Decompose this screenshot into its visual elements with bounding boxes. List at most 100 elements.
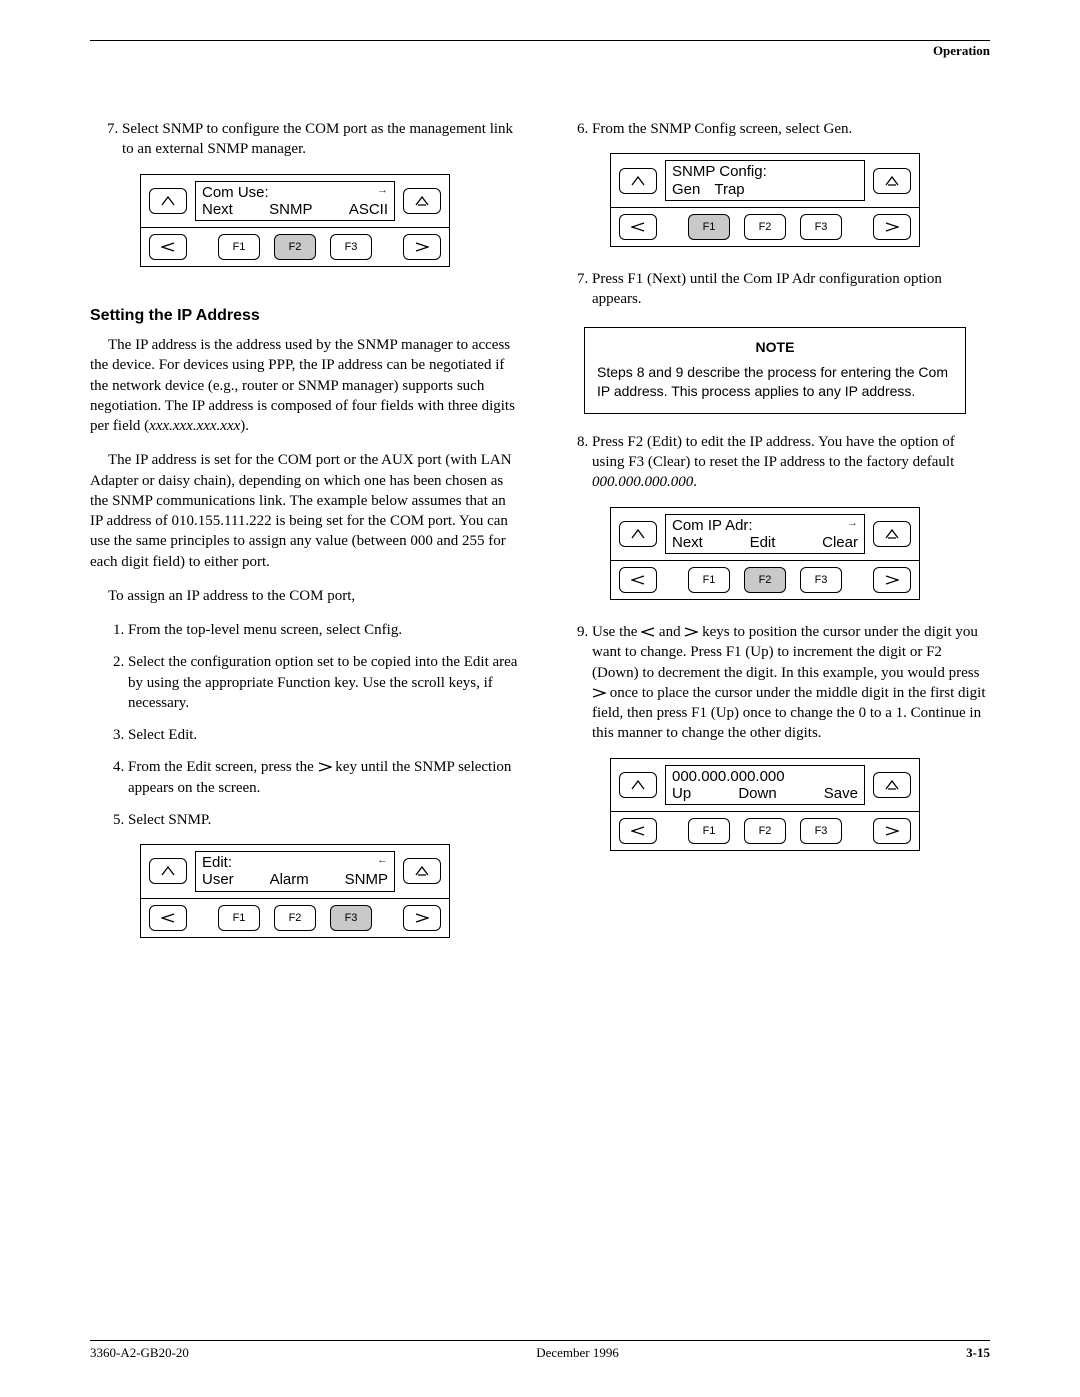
fkey-row: F1 F2 F3 (665, 567, 865, 593)
btn-left[interactable] (149, 234, 187, 260)
btn-f1[interactable]: F1 (218, 905, 260, 931)
btn-home[interactable] (873, 521, 911, 547)
left-step-1: From the top-level menu screen, select C… (128, 620, 520, 640)
screen-opt: Next (202, 201, 233, 218)
left-column: Select SNMP to configure the COM port as… (90, 119, 520, 960)
triangle-up-icon (631, 780, 645, 790)
footer-date: December 1996 (536, 1345, 619, 1361)
btn-up[interactable] (619, 168, 657, 194)
right-step-6: From the SNMP Config screen, select Gen. (592, 119, 990, 139)
btn-f3[interactable]: F3 (330, 905, 372, 931)
arrow-left-icon: ← (377, 854, 388, 871)
btn-up[interactable] (149, 188, 187, 214)
panel-com-use: Com Use:→ Next SNMP ASCII F1 F2 F3 (140, 174, 450, 268)
panel-ip-edit: 000.000.000.000 Up Down Save F1 F2 (610, 758, 920, 852)
screen-opt: Alarm (270, 871, 309, 888)
note-box: NOTE Steps 8 and 9 describe the process … (584, 327, 966, 414)
btn-f1[interactable]: F1 (218, 234, 260, 260)
btn-f2[interactable]: F2 (744, 818, 786, 844)
note-body: Steps 8 and 9 describe the process for e… (597, 363, 953, 401)
panel-row-fkeys: F1 F2 F3 (141, 898, 449, 937)
screen-opt: Save (824, 785, 858, 802)
btn-left[interactable] (149, 905, 187, 931)
panel-row-fkeys: F1 F2 F3 (141, 227, 449, 266)
triangle-double-up-icon (415, 866, 429, 876)
s8-b: . (693, 474, 697, 490)
triangle-right-icon (592, 688, 606, 698)
right-step6-list: From the SNMP Config screen, select Gen. (560, 119, 990, 139)
footer-doc-id: 3360-A2-GB20-20 (90, 1345, 189, 1361)
btn-home[interactable] (403, 858, 441, 884)
triangle-left-icon (631, 575, 645, 585)
screen-title: Edit: (202, 854, 232, 871)
btn-up[interactable] (619, 521, 657, 547)
right-step9-list: Use the and keys to position the cursor … (560, 622, 990, 744)
panel-com-ip-adr: Com IP Adr:→ Next Edit Clear F1 F2 (610, 507, 920, 601)
screen-opt: User (202, 871, 234, 888)
btn-f2[interactable]: F2 (744, 214, 786, 240)
screen-title: Com Use: (202, 184, 269, 201)
triangle-double-up-icon (885, 780, 899, 790)
btn-f2[interactable]: F2 (744, 567, 786, 593)
screen-title: 000.000.000.000 (672, 768, 785, 785)
triangle-left-icon (631, 826, 645, 836)
btn-f3[interactable]: F3 (330, 234, 372, 260)
right-step-9: Use the and keys to position the cursor … (592, 622, 990, 744)
triangle-up-icon (631, 176, 645, 186)
panel-edit: Edit: ← User Alarm SNMP F1 F2 F3 (140, 844, 450, 938)
btn-right[interactable] (873, 214, 911, 240)
triangle-up-icon (161, 196, 175, 206)
screen-opt: SNMP (345, 871, 388, 888)
btn-f3[interactable]: F3 (800, 214, 842, 240)
panel-row-screen: 000.000.000.000 Up Down Save (611, 759, 919, 812)
btn-f1[interactable]: F1 (688, 214, 730, 240)
left-steps-1-5: From the top-level menu screen, select C… (96, 620, 520, 830)
btn-f2[interactable]: F2 (274, 234, 316, 260)
s8-a: Press F2 (Edit) to edit the IP address. … (592, 434, 955, 470)
panel-row-screen: SNMP Config: Gen Trap (611, 154, 919, 207)
triangle-left-icon (161, 913, 175, 923)
header-rule (90, 40, 990, 41)
fkey-row: F1 F2 F3 (195, 234, 395, 260)
panel-row-screen: Com Use:→ Next SNMP ASCII (141, 175, 449, 228)
btn-right[interactable] (873, 567, 911, 593)
right-step-7: Press F1 (Next) until the Com IP Adr con… (592, 269, 990, 310)
right-step-8: Press F2 (Edit) to edit the IP address. … (592, 432, 990, 493)
left-step-3: Select Edit. (128, 725, 520, 745)
btn-home[interactable] (873, 772, 911, 798)
btn-home[interactable] (873, 168, 911, 194)
arrow-right-icon: → (847, 517, 858, 534)
btn-f1[interactable]: F1 (688, 818, 730, 844)
btn-f3[interactable]: F3 (800, 818, 842, 844)
triangle-up-icon (631, 529, 645, 539)
right-step7-list: Press F1 (Next) until the Com IP Adr con… (560, 269, 990, 310)
btn-home[interactable] (403, 188, 441, 214)
btn-right[interactable] (403, 905, 441, 931)
btn-up[interactable] (619, 772, 657, 798)
triangle-right-icon (885, 826, 899, 836)
btn-left[interactable] (619, 567, 657, 593)
lcd-screen: Com Use:→ Next SNMP ASCII (195, 181, 395, 222)
triangle-left-icon (631, 222, 645, 232)
footer-page: 3-15 (966, 1345, 990, 1361)
btn-right[interactable] (403, 234, 441, 260)
btn-f2[interactable]: F2 (274, 905, 316, 931)
triangle-right-icon (318, 762, 332, 772)
btn-left[interactable] (619, 818, 657, 844)
btn-f1[interactable]: F1 (688, 567, 730, 593)
note-title: NOTE (597, 338, 953, 357)
btn-left[interactable] (619, 214, 657, 240)
right-step8-list: Press F2 (Edit) to edit the IP address. … (560, 432, 990, 493)
triangle-right-icon (415, 242, 429, 252)
left-step7-list: Select SNMP to configure the COM port as… (90, 119, 520, 160)
triangle-double-up-icon (885, 176, 899, 186)
screen-title: Com IP Adr: (672, 517, 753, 534)
screen-opt: Down (738, 785, 776, 802)
screen-opt: ASCII (349, 201, 388, 218)
btn-up[interactable] (149, 858, 187, 884)
btn-f3[interactable]: F3 (800, 567, 842, 593)
triangle-left-icon (161, 242, 175, 252)
triangle-double-up-icon (415, 196, 429, 206)
btn-right[interactable] (873, 818, 911, 844)
lcd-screen: 000.000.000.000 Up Down Save (665, 765, 865, 806)
